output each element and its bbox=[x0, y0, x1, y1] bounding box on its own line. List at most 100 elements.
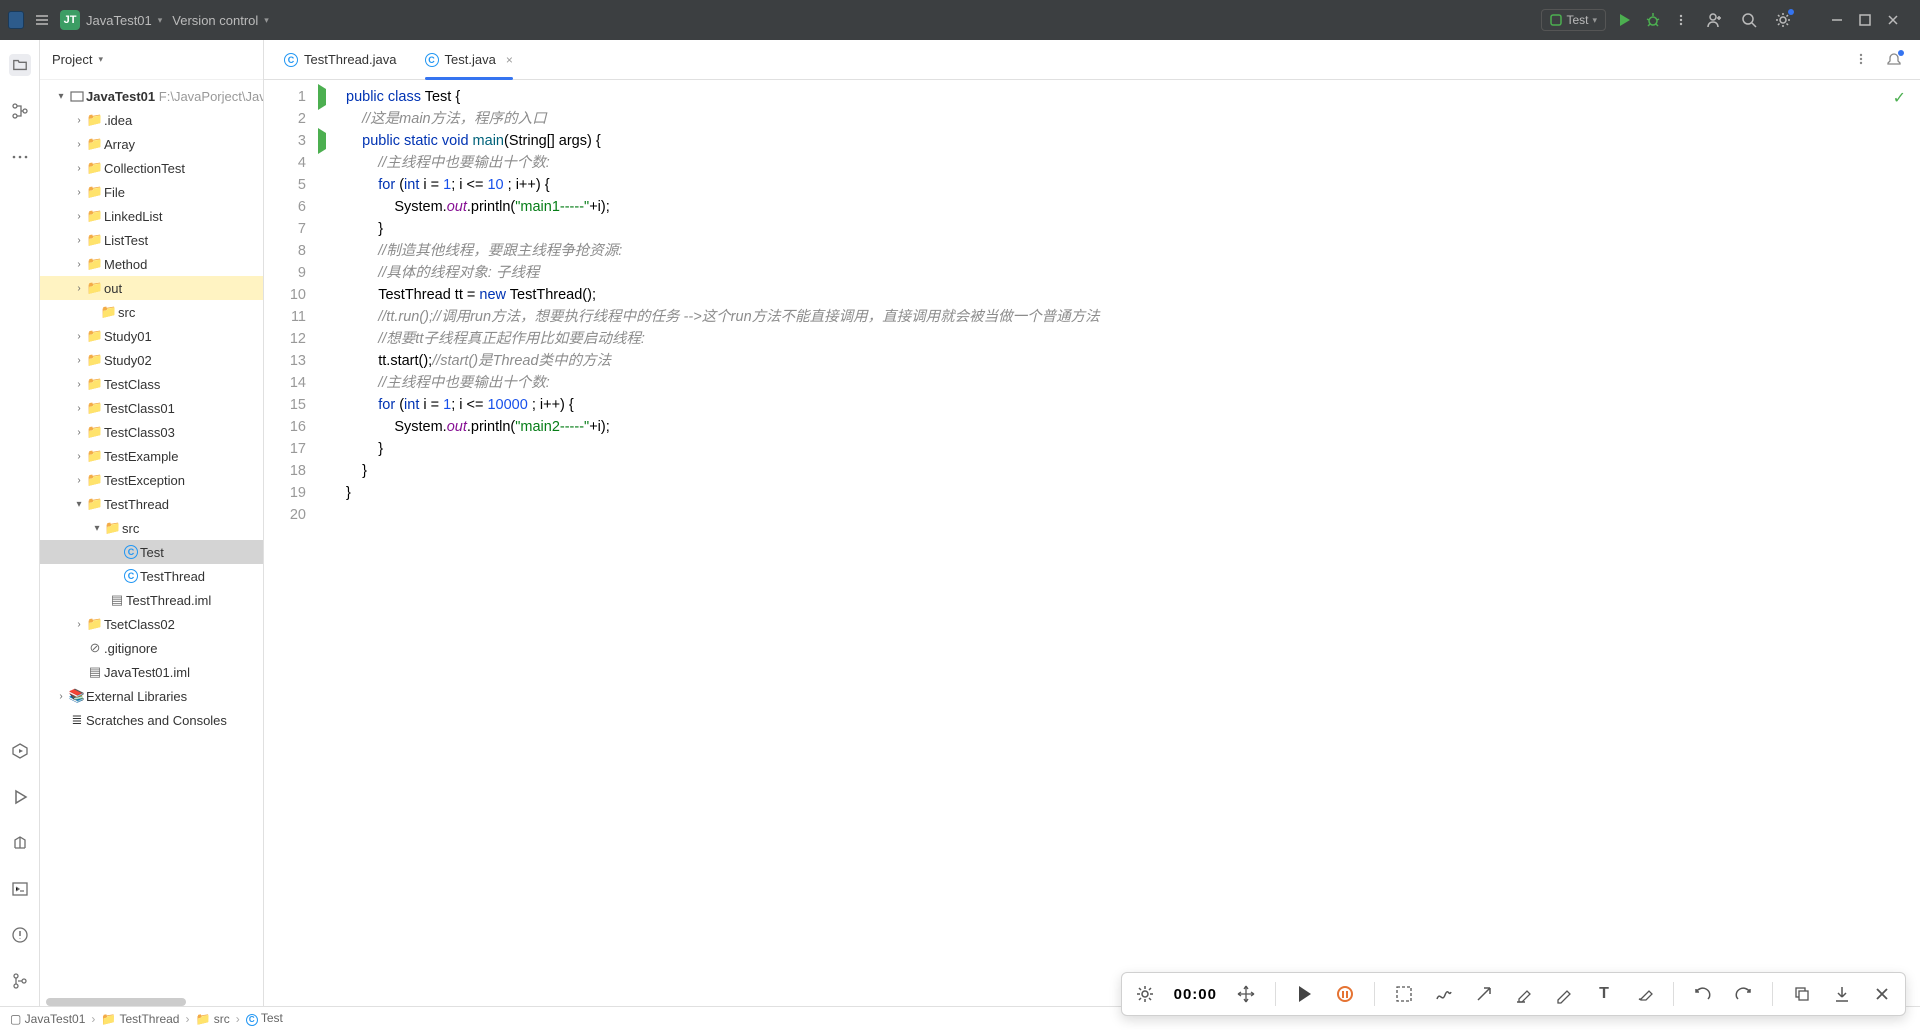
more-tool-icon[interactable] bbox=[9, 146, 31, 168]
tree-item[interactable]: ›📁LinkedList bbox=[40, 204, 263, 228]
gutter-line-numbers: 1234567891011121314151617181920 bbox=[264, 80, 314, 1006]
rec-download-icon[interactable] bbox=[1831, 983, 1853, 1005]
rec-settings-icon[interactable] bbox=[1134, 983, 1156, 1005]
rec-arrow-icon[interactable] bbox=[1473, 983, 1495, 1005]
editor-area: CTestThread.java CTest.java× ✓ 123456789… bbox=[264, 40, 1920, 1006]
sidebar-title: Project bbox=[52, 52, 92, 67]
screen-recorder-toolbar[interactable]: 00:00 T bbox=[1121, 972, 1906, 1016]
tree-item-testthread-class[interactable]: CTestThread bbox=[40, 564, 263, 588]
terminal-tool-icon[interactable] bbox=[9, 878, 31, 900]
tree-external-libs[interactable]: ›📚External Libraries bbox=[40, 684, 263, 708]
tree-item-proj-iml[interactable]: ▤JavaTest01.iml bbox=[40, 660, 263, 684]
tree-item-out[interactable]: ›📁out bbox=[40, 276, 263, 300]
tree-item-testthread[interactable]: ▾📁TestThread bbox=[40, 492, 263, 516]
chevron-down-icon: ▾ bbox=[158, 15, 163, 26]
run-button[interactable] bbox=[1616, 11, 1634, 29]
tree-item[interactable]: ›📁Array bbox=[40, 132, 263, 156]
run-gutter-icon[interactable] bbox=[318, 128, 326, 154]
chevron-down-icon: ▾ bbox=[264, 15, 269, 26]
tree-item[interactable]: ›📁Method bbox=[40, 252, 263, 276]
tree-item[interactable]: 📁src bbox=[40, 300, 263, 324]
maximize-button[interactable] bbox=[1856, 11, 1874, 29]
tree-item-src[interactable]: ▾📁src bbox=[40, 516, 263, 540]
left-tool-rail bbox=[0, 40, 40, 1006]
tree-item[interactable]: ›📁TestExample bbox=[40, 444, 263, 468]
tree-item[interactable]: ›📁TestClass01 bbox=[40, 396, 263, 420]
rec-text-icon[interactable]: T bbox=[1593, 983, 1615, 1005]
services-tool-icon[interactable] bbox=[9, 740, 31, 762]
rec-highlight-icon[interactable] bbox=[1513, 983, 1535, 1005]
rec-undo-icon[interactable] bbox=[1692, 983, 1714, 1005]
titlebar: JT JavaTest01 ▾ Version control ▾ Test ▾ bbox=[0, 0, 1920, 40]
breadcrumb-item[interactable]: C Test bbox=[246, 1011, 283, 1026]
inspection-ok-icon[interactable]: ✓ bbox=[1893, 88, 1906, 110]
editor-tabs: CTestThread.java CTest.java× bbox=[264, 40, 1920, 80]
chevron-down-icon: ▾ bbox=[1592, 15, 1597, 26]
sidebar-header[interactable]: Project ▾ bbox=[40, 40, 263, 80]
build-tool-icon[interactable] bbox=[9, 832, 31, 854]
close-button[interactable] bbox=[1884, 11, 1902, 29]
app-icon bbox=[8, 12, 24, 28]
breadcrumb-item[interactable]: 📁 TestThread bbox=[101, 1012, 179, 1026]
rec-play-button[interactable] bbox=[1294, 983, 1316, 1005]
project-avatar: JT bbox=[60, 10, 80, 30]
tree-item-iml[interactable]: ▤TestThread.iml bbox=[40, 588, 263, 612]
project-tree[interactable]: ▾JavaTest01 F:\JavaPorject\JavaTes ›📁.id… bbox=[40, 80, 263, 1006]
structure-tool-icon[interactable] bbox=[9, 100, 31, 122]
chevron-down-icon: ▾ bbox=[98, 54, 103, 65]
class-icon: C bbox=[425, 53, 439, 67]
rec-freehand-icon[interactable] bbox=[1433, 983, 1455, 1005]
tree-item[interactable]: ›📁TestException bbox=[40, 468, 263, 492]
tree-item[interactable]: ›📁Study02 bbox=[40, 348, 263, 372]
class-icon: C bbox=[284, 53, 298, 67]
problems-tool-icon[interactable] bbox=[9, 924, 31, 946]
close-tab-icon[interactable]: × bbox=[506, 53, 513, 67]
run-gutter-icon[interactable] bbox=[318, 84, 326, 110]
rec-pencil-icon[interactable] bbox=[1553, 983, 1575, 1005]
tab-more-icon[interactable] bbox=[1854, 52, 1868, 68]
rec-pause-button[interactable] bbox=[1334, 983, 1356, 1005]
rec-close-icon[interactable] bbox=[1871, 983, 1893, 1005]
sidebar-scrollbar[interactable] bbox=[46, 998, 246, 1006]
rec-region-icon[interactable] bbox=[1393, 983, 1415, 1005]
tree-item[interactable]: ›📁ListTest bbox=[40, 228, 263, 252]
tree-item[interactable]: ›📁File bbox=[40, 180, 263, 204]
breadcrumb-item[interactable]: ▢ JavaTest01 bbox=[10, 1012, 85, 1026]
project-sidebar: Project ▾ ▾JavaTest01 F:\JavaPorject\Jav… bbox=[40, 40, 264, 1006]
run-config-selector[interactable]: Test ▾ bbox=[1541, 9, 1606, 31]
tree-item[interactable]: ›📁CollectionTest bbox=[40, 156, 263, 180]
run-config-icon bbox=[1550, 14, 1562, 26]
run-tool-icon[interactable] bbox=[9, 786, 31, 808]
code-content[interactable]: public class Test { //这是main方法，程序的入口 pub… bbox=[336, 80, 1100, 1006]
tab-testthread[interactable]: CTestThread.java bbox=[274, 40, 407, 79]
project-selector[interactable]: JT JavaTest01 ▾ bbox=[60, 10, 162, 30]
hamburger-icon[interactable] bbox=[34, 12, 50, 28]
minimize-button[interactable] bbox=[1828, 11, 1846, 29]
search-icon[interactable] bbox=[1740, 11, 1758, 29]
tree-root[interactable]: ▾JavaTest01 F:\JavaPorject\JavaTes bbox=[40, 84, 263, 108]
code-with-me-icon[interactable] bbox=[1706, 11, 1724, 29]
code-editor[interactable]: ✓ 1234567891011121314151617181920 public… bbox=[264, 80, 1920, 1006]
tree-item-gitignore[interactable]: ⊘.gitignore bbox=[40, 636, 263, 660]
project-tool-icon[interactable] bbox=[9, 54, 31, 76]
tree-item[interactable]: ›📁TestClass03 bbox=[40, 420, 263, 444]
move-icon[interactable] bbox=[1235, 983, 1257, 1005]
vcs-tool-icon[interactable] bbox=[9, 970, 31, 992]
tree-item-test-class[interactable]: CTest bbox=[40, 540, 263, 564]
rec-redo-icon[interactable] bbox=[1732, 983, 1754, 1005]
breadcrumb-item[interactable]: 📁 src bbox=[195, 1012, 229, 1026]
more-actions-icon[interactable] bbox=[1672, 11, 1690, 29]
tree-item[interactable]: ›📁TestClass bbox=[40, 372, 263, 396]
settings-icon[interactable] bbox=[1774, 11, 1792, 29]
tree-item-idea[interactable]: ›📁.idea bbox=[40, 108, 263, 132]
rec-eraser-icon[interactable] bbox=[1633, 983, 1655, 1005]
tree-item[interactable]: ›📁Study01 bbox=[40, 324, 263, 348]
vcs-selector[interactable]: Version control ▾ bbox=[172, 13, 269, 28]
tab-test[interactable]: CTest.java× bbox=[415, 40, 523, 79]
gutter-icons bbox=[314, 80, 336, 1006]
tree-scratches[interactable]: ≣Scratches and Consoles bbox=[40, 708, 263, 732]
notifications-icon[interactable] bbox=[1886, 52, 1902, 68]
debug-button[interactable] bbox=[1644, 11, 1662, 29]
rec-copy-icon[interactable] bbox=[1791, 983, 1813, 1005]
tree-item[interactable]: ›📁TsetClass02 bbox=[40, 612, 263, 636]
